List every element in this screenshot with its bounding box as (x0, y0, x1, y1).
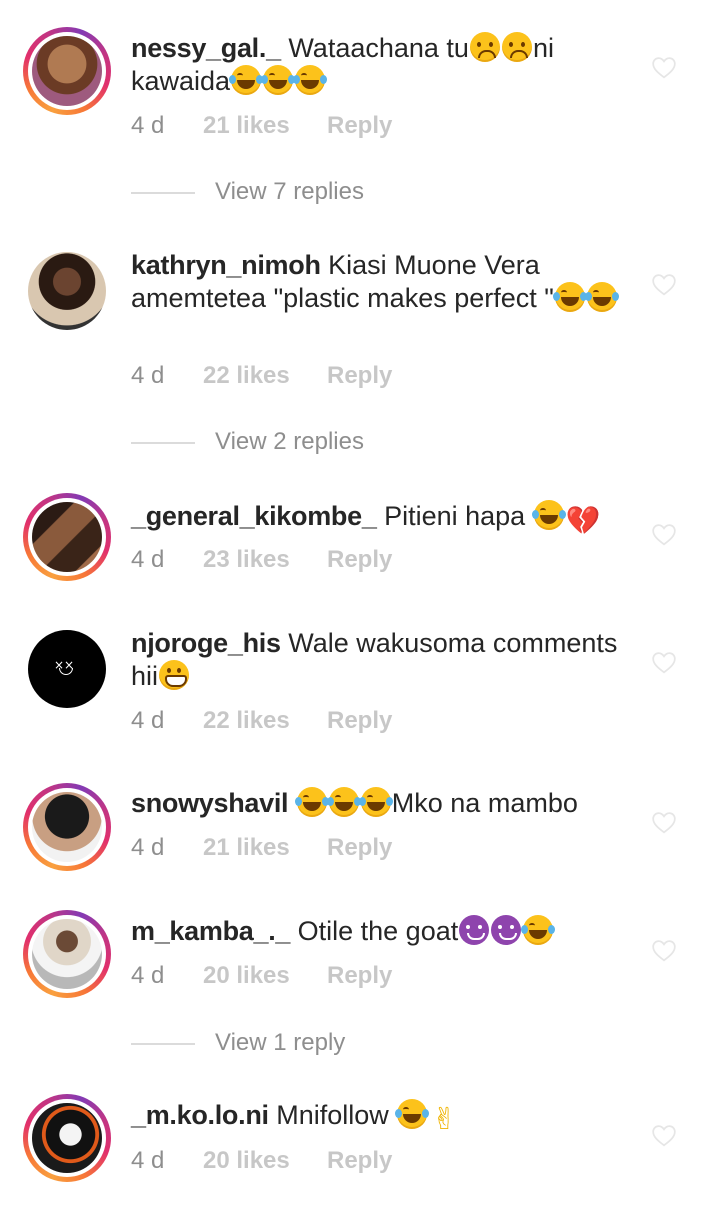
avatar[interactable] (23, 783, 111, 871)
comment-text: kathryn_nimoh Kiasi Muone Vera amemtetea… (131, 249, 631, 315)
smiling-devil-emoji (459, 915, 490, 945)
smiling-devil-emoji (491, 915, 522, 945)
reply-button[interactable]: Reply (327, 707, 392, 735)
sad-face-emoji (469, 32, 500, 62)
comment-body: Wataachana tu (288, 33, 469, 63)
comment-meta: 4 d 22 likes Reply (131, 362, 392, 390)
comment-time: 4 d (131, 362, 165, 389)
comment-text: nessy_gal._ Wataachana tu ni kawaida (131, 32, 631, 98)
reply-button[interactable]: Reply (327, 1147, 392, 1175)
tears-of-joy-emoji (326, 787, 361, 817)
heart-outline-icon[interactable] (651, 272, 677, 296)
view-replies-label[interactable]: View 1 reply (215, 1028, 345, 1058)
heart-outline-icon[interactable] (651, 650, 677, 674)
comment-likes[interactable]: 23 likes (203, 546, 327, 574)
comment-body: Mnifollow (276, 1100, 397, 1130)
avatar[interactable] (23, 247, 111, 335)
comment-likes[interactable]: 20 likes (203, 1147, 327, 1175)
tears-of-joy-emoji (552, 282, 587, 312)
victory-hand-emoji: ✌ (431, 1103, 457, 1136)
comment-text: m_kamba_._ Otile the goat (131, 915, 631, 948)
comment-text: njoroge_his Wale wakusoma comments hii (131, 627, 631, 693)
comment-meta: 4 d 20 likes Reply (131, 1147, 392, 1175)
tears-of-joy-emoji (229, 65, 264, 95)
comment-likes[interactable]: 21 likes (203, 834, 327, 862)
tears-of-joy-emoji (293, 65, 328, 95)
view-replies-label[interactable]: View 2 replies (215, 427, 364, 457)
comment-meta: 4 d 22 likes Reply (131, 707, 392, 735)
divider (131, 442, 195, 444)
comment-username[interactable]: kathryn_nimoh (131, 250, 321, 280)
avatar[interactable]: ×× (23, 625, 111, 713)
heart-outline-icon[interactable] (651, 55, 677, 79)
reply-button[interactable]: Reply (327, 112, 392, 140)
avatar[interactable] (23, 910, 111, 998)
grinning-face-emoji (159, 660, 190, 690)
comment-username[interactable]: snowyshavil (131, 788, 289, 818)
comment-meta: 4 d 21 likes Reply (131, 112, 392, 140)
avatar[interactable] (23, 27, 111, 115)
divider (131, 192, 195, 194)
avatar[interactable] (23, 1094, 111, 1182)
comment-time: 4 d (131, 1147, 165, 1174)
comment-likes[interactable]: 22 likes (203, 707, 327, 735)
avatar[interactable] (23, 493, 111, 581)
comment-likes[interactable]: 22 likes (203, 362, 327, 390)
reply-button[interactable]: Reply (327, 834, 392, 862)
comment-username[interactable]: njoroge_his (131, 628, 281, 658)
comment-meta: 4 d 23 likes Reply (131, 546, 392, 574)
reply-button[interactable]: Reply (327, 362, 392, 390)
tears-of-joy-emoji (584, 282, 619, 312)
comment-text: _general_kikombe_ Pitieni hapa 💔 (131, 500, 631, 536)
comment-body: Pitieni hapa (384, 501, 533, 531)
heart-outline-icon[interactable] (651, 1123, 677, 1147)
sad-face-emoji (501, 32, 532, 62)
comment-likes[interactable]: 21 likes (203, 112, 327, 140)
tears-of-joy-emoji (531, 500, 566, 530)
comment-username[interactable]: _m.ko.lo.ni (131, 1100, 269, 1130)
view-replies-label[interactable]: View 7 replies (215, 177, 364, 207)
comment-text: _m.ko.lo.ni Mnifollow ✌ (131, 1099, 631, 1135)
comment-username[interactable]: nessy_gal._ (131, 33, 281, 63)
comment-time: 4 d (131, 546, 165, 573)
reply-button[interactable]: Reply (327, 962, 392, 990)
reply-button[interactable]: Reply (327, 546, 392, 574)
broken-heart-emoji: 💔 (565, 505, 601, 536)
heart-outline-icon[interactable] (651, 522, 677, 546)
comment-time: 4 d (131, 112, 165, 139)
comment-meta: 4 d 20 likes Reply (131, 962, 392, 990)
heart-outline-icon[interactable] (651, 810, 677, 834)
avatar-smile-icon (59, 668, 73, 675)
comment-username[interactable]: _general_kikombe_ (131, 501, 377, 531)
comment-time: 4 d (131, 962, 165, 989)
comment-username[interactable]: m_kamba_._ (131, 916, 290, 946)
comment-text: snowyshavil Mko na mambo (131, 787, 631, 820)
comment-body: Mko na mambo (391, 788, 578, 818)
tears-of-joy-emoji (261, 65, 296, 95)
tears-of-joy-emoji (521, 915, 556, 945)
tears-of-joy-emoji (294, 787, 329, 817)
comment-meta: 4 d 21 likes Reply (131, 834, 392, 862)
tears-of-joy-emoji (395, 1099, 430, 1129)
comment-body: Otile the goat (297, 916, 459, 946)
comment-time: 4 d (131, 707, 165, 734)
comment-time: 4 d (131, 834, 165, 861)
heart-outline-icon[interactable] (651, 938, 677, 962)
comment-likes[interactable]: 20 likes (203, 962, 327, 990)
tears-of-joy-emoji (358, 787, 393, 817)
divider (131, 1043, 195, 1045)
